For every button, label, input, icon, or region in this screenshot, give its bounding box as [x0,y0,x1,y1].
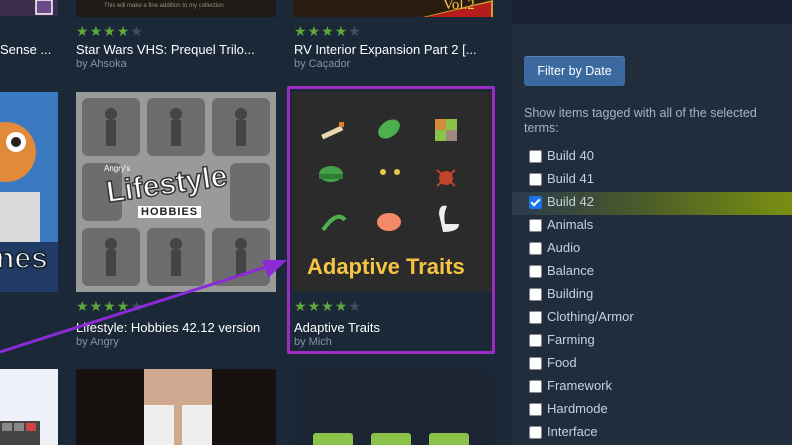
tag-checkbox[interactable] [529,265,542,278]
star-icon: ★ [76,23,90,39]
tag-label: Build 40 [547,148,594,163]
tag-label: Animals [547,217,594,232]
character-legs-image [76,369,276,445]
tag-label: Balance [547,263,594,278]
green-logo-image [293,369,493,445]
tag-checkbox[interactable] [529,196,542,209]
rating-stars: ★★★★★ [76,299,144,313]
tag-label: Build 42 [547,194,594,209]
tag-label: Building [547,286,594,301]
item-thumbnail-partial-left[interactable] [0,369,58,445]
star-icon: ★ [116,23,131,39]
tag-option[interactable]: Balance [512,261,792,284]
rating-stars: ★★★★★ [76,24,144,38]
thumbnail-caption: This will make a fine addition to my col… [104,3,224,9]
star-icon: ★ [294,23,308,39]
lifestyle-brand: Angry's [104,164,131,173]
tag-option[interactable]: Animals [512,215,792,238]
item-thumbnail-legs[interactable] [76,369,276,445]
tag-checkbox[interactable] [529,426,542,439]
tag-label: Build 41 [547,171,594,186]
item-thumbnail-green[interactable] [293,369,493,445]
item-thumbnail-partial-left[interactable] [0,0,58,16]
filter-sidebar: Filter by Date Show items tagged with al… [512,0,792,445]
star-icon: ★ [130,298,144,314]
tag-filter-description: Show items tagged with all of the select… [524,106,757,135]
tag-option[interactable]: Build 41 [512,169,792,192]
tag-checkbox[interactable] [529,403,542,416]
item-title[interactable]: Sense ... [0,42,60,57]
item-thumbnail-partial-left[interactable]: nes [0,92,58,292]
item-thumbnail-rv-interior[interactable]: Vol.2 [293,0,493,17]
tag-checkbox[interactable] [529,311,542,324]
window-image [0,369,58,445]
tag-option[interactable]: Build 42 [512,192,792,215]
star-icon: ★ [130,23,144,39]
star-icon: ★ [307,23,322,39]
tag-checkbox[interactable] [529,242,542,255]
volume-badge: Vol.2 [443,0,475,13]
tag-checkbox[interactable] [529,173,542,186]
star-icon: ★ [89,298,104,314]
tag-checkbox[interactable] [529,150,542,163]
item-title[interactable]: RV Interior Expansion Part 2 [... [294,42,504,57]
item-title[interactable]: Lifestyle: Hobbies 42.12 version [76,320,286,335]
tag-option[interactable]: Audio [512,238,792,261]
thumbnail-text: nes [0,241,49,276]
tag-checkbox[interactable] [529,380,542,393]
sidebar-header-strip [512,0,792,24]
item-title[interactable]: Star Wars VHS: Prequel Trilo... [76,42,281,57]
highlight-box [287,86,495,354]
tag-option[interactable]: Building [512,284,792,307]
tag-label: Framework [547,378,613,393]
tag-label: Farming [547,332,595,347]
item-thumbnail-star-wars[interactable]: This will make a fine addition to my col… [76,0,276,17]
lifestyle-subtitle: HOBBIES [138,206,202,218]
rating-stars: ★★★★★ [294,24,362,38]
tag-checkbox[interactable] [529,334,542,347]
tag-option[interactable]: Clothing/Armor [512,307,792,330]
star-icon: ★ [321,23,335,39]
tag-label: Interface [547,424,598,439]
tag-label: Audio [547,240,581,255]
star-icon: ★ [89,23,104,39]
filter-by-date-button[interactable]: Filter by Date [524,56,625,86]
star-icon: ★ [334,23,349,39]
workshop-grid: Sense ... This will make a fine addition… [0,0,512,445]
tag-option[interactable]: Food [512,353,792,376]
star-icon: ★ [76,298,90,314]
star-icon: ★ [103,23,117,39]
star-icon: ★ [103,298,117,314]
item-author[interactable]: by Ahsoka [76,58,127,70]
item-author[interactable]: by Caçador [294,58,350,70]
tag-label: Food [547,355,577,370]
diamond-icon [35,0,53,15]
tag-option[interactable]: Interface [512,422,792,445]
tag-option[interactable]: Build 40 [512,146,792,169]
tag-option[interactable]: Framework [512,376,792,399]
tag-checkbox[interactable] [529,357,542,370]
tag-checkbox[interactable] [529,219,542,232]
tag-label: Clothing/Armor [547,309,634,324]
star-icon: ★ [348,23,362,39]
tag-option[interactable]: Hardmode [512,399,792,422]
item-author[interactable]: by Angry [76,336,119,348]
tag-checkbox[interactable] [529,288,542,301]
tag-label: Hardmode [547,401,608,416]
item-thumbnail-lifestyle[interactable]: Angry's Lifestyle HOBBIES [76,92,276,292]
tag-option[interactable]: Farming [512,330,792,353]
star-icon: ★ [116,298,131,314]
